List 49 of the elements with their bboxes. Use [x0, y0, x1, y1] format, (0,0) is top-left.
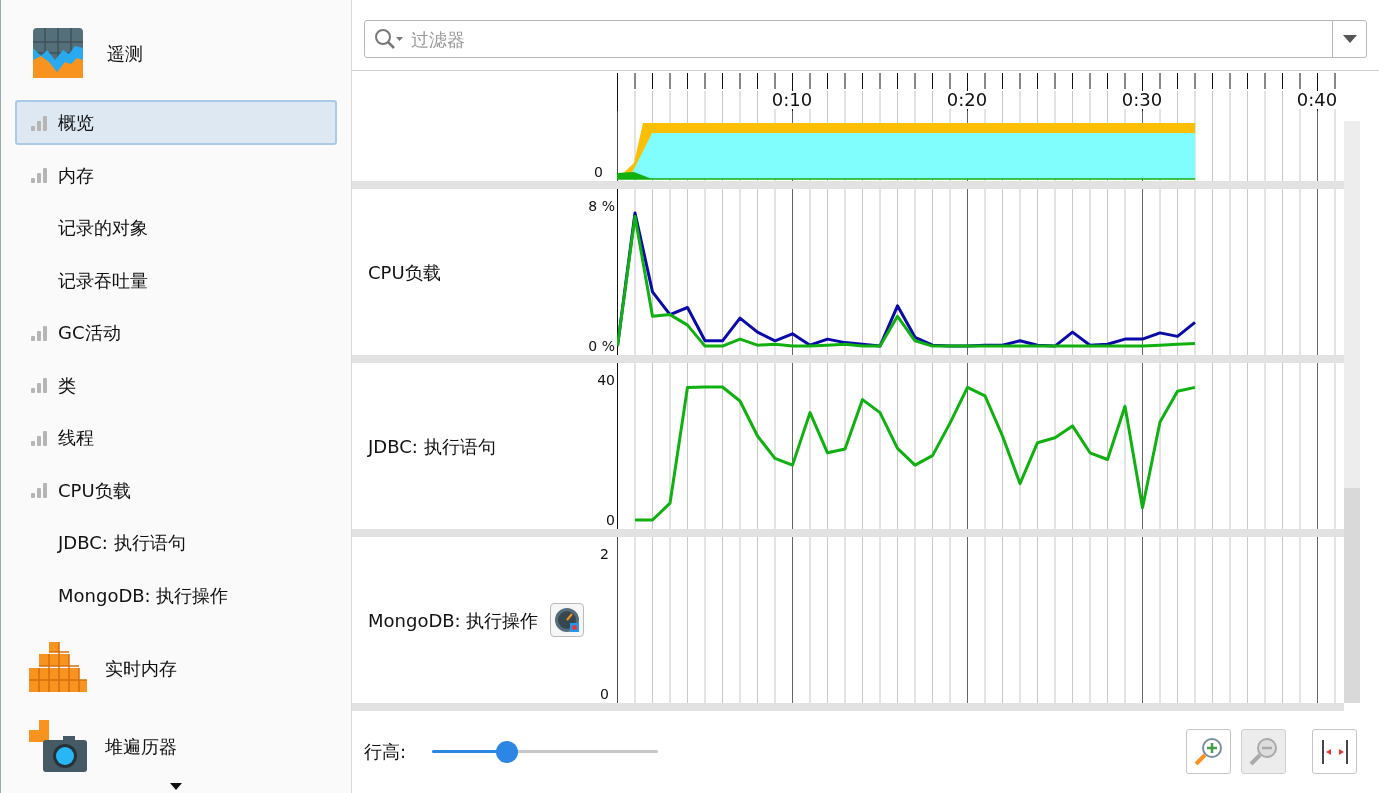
- sidebar-item[interactable]: 类: [15, 362, 337, 408]
- y-tick-label: 0: [606, 513, 615, 527]
- sidebar-item[interactable]: CPU负载: [15, 467, 337, 513]
- caret-down-icon: [170, 783, 182, 790]
- time-tick-label: 0:30: [1120, 91, 1164, 109]
- row-label: MongoDB: 执行操作: [368, 608, 539, 633]
- sidebar-section[interactable]: 堆遍历器: [15, 711, 337, 781]
- sidebar-item[interactable]: 概览: [15, 100, 337, 145]
- signal-bars-icon: [30, 428, 48, 447]
- cubes-camera-icon: [29, 720, 87, 772]
- signal-bars-icon: [30, 376, 48, 394]
- sidebar-section[interactable]: 实时内存: [15, 633, 337, 703]
- signal-bars-icon: [30, 113, 48, 132]
- zoom-in-button[interactable]: [1186, 729, 1231, 774]
- signal-bars-icon: [30, 323, 48, 342]
- sidebar-item[interactable]: JDBC: 执行语句: [15, 520, 337, 565]
- sidebar-item[interactable]: MongoDB: 执行操作: [15, 572, 337, 618]
- telemetry-chart-icon: [33, 28, 83, 78]
- section-title: 遥测: [107, 41, 143, 66]
- gauge-button[interactable]: [550, 603, 585, 637]
- sidebar-item[interactable]: 记录的对象: [15, 205, 337, 250]
- sidebar-item[interactable]: 线程: [15, 415, 337, 460]
- row-height-slider[interactable]: [432, 739, 659, 764]
- sidebar-item[interactable]: GC活动: [15, 310, 337, 355]
- scale-label: 0: [600, 687, 609, 701]
- signal-bars-icon: [30, 481, 48, 499]
- y-tick-label: 0: [594, 165, 603, 179]
- zoom-in-icon: [1192, 735, 1225, 768]
- row-height-label: 行高:: [364, 740, 407, 764]
- search-icon: [374, 28, 406, 50]
- filter-field[interactable]: 过滤器: [364, 20, 1367, 58]
- sidebar-item[interactable]: 记录吞吐量: [15, 257, 337, 303]
- fit-button[interactable]: [1312, 729, 1357, 774]
- scale-label: 2: [600, 547, 609, 561]
- row-label: JDBC: 执行语句: [368, 434, 496, 459]
- time-tick-label: 0:20: [945, 91, 989, 109]
- signal-bars-icon: [30, 166, 48, 184]
- sidebar-item[interactable]: 内存: [15, 152, 337, 198]
- y-tick-label: 0 %: [588, 339, 615, 354]
- cubes-icon: [29, 642, 87, 694]
- y-tick-label: 8 %: [588, 199, 615, 213]
- time-tick-label: 0:40: [1295, 91, 1339, 109]
- y-tick-label: 40: [597, 373, 615, 387]
- gauge-icon: [554, 607, 581, 633]
- caret-down-icon: [1342, 35, 1357, 43]
- row-label: CPU负载: [368, 260, 441, 285]
- zoom-out-icon: [1247, 735, 1280, 768]
- time-tick-label: 0:10: [770, 91, 814, 109]
- vertical-scrollbar[interactable]: [1344, 121, 1360, 703]
